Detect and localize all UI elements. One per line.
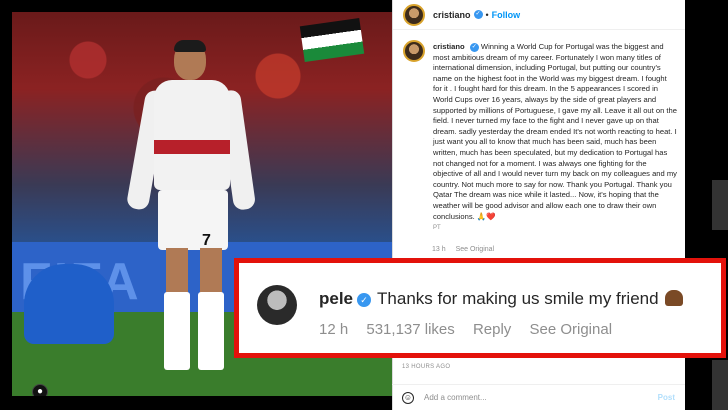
follow-button[interactable]: Follow <box>492 10 521 20</box>
left-gutter <box>0 0 12 410</box>
jersey-number: 7 <box>202 232 211 249</box>
post-header: cristiano ✓ • Follow <box>393 0 685 30</box>
caption-meta: 13 h See Original <box>432 246 502 253</box>
caption-translation-tag: PT <box>433 225 441 232</box>
emoji-icon[interactable]: ☺ <box>402 391 414 404</box>
comment-username[interactable]: pele <box>319 289 353 308</box>
praying-hands-icon <box>664 290 683 306</box>
caption-time[interactable]: 13 h <box>432 246 446 253</box>
caption-username[interactable]: cristiano <box>433 42 465 51</box>
comment-text: Thanks for making us smile my friend <box>377 289 659 308</box>
comment-likes[interactable]: 531,137 likes <box>366 321 454 338</box>
user-tag-icon[interactable]: ● <box>32 384 48 396</box>
photo-keeper <box>24 264 114 344</box>
separator-dot: • <box>485 9 489 20</box>
highlighted-comment: pele ✓ Thanks for making us smile my frien… <box>234 258 726 358</box>
post-timestamp[interactable]: 13 HOURS AGO <box>402 364 450 370</box>
avatar[interactable] <box>403 3 425 26</box>
caption-see-original[interactable]: See Original <box>456 246 495 253</box>
add-comment-bar: ☺ Add a comment... Post <box>392 384 685 410</box>
see-original-button[interactable]: See Original <box>529 321 612 338</box>
comment-time[interactable]: 12 h <box>319 321 348 338</box>
reply-button[interactable]: Reply <box>473 321 511 338</box>
post-comment-button[interactable]: Post <box>658 393 675 402</box>
verified-icon: ✓ <box>357 293 372 307</box>
comment-input[interactable]: Add a comment... <box>424 393 658 402</box>
next-post-thumbnail[interactable] <box>712 180 728 230</box>
caption-body: Winning a World Cup for Portugal was the… <box>433 42 677 221</box>
header-username[interactable]: cristiano <box>433 10 471 20</box>
verified-icon: ✓ <box>473 10 483 19</box>
caption-text: cristiano ✓ Winning a World Cup for Port… <box>433 42 677 234</box>
verified-icon: ✓ <box>469 42 479 52</box>
next-post-thumbnail[interactable] <box>712 360 728 410</box>
avatar[interactable] <box>257 285 297 325</box>
caption-avatar[interactable] <box>403 40 425 62</box>
comment-row: pele ✓ Thanks for making us smile my frien… <box>319 289 683 309</box>
comment-meta: 12 h 531,137 likes Reply See Original <box>319 321 626 338</box>
